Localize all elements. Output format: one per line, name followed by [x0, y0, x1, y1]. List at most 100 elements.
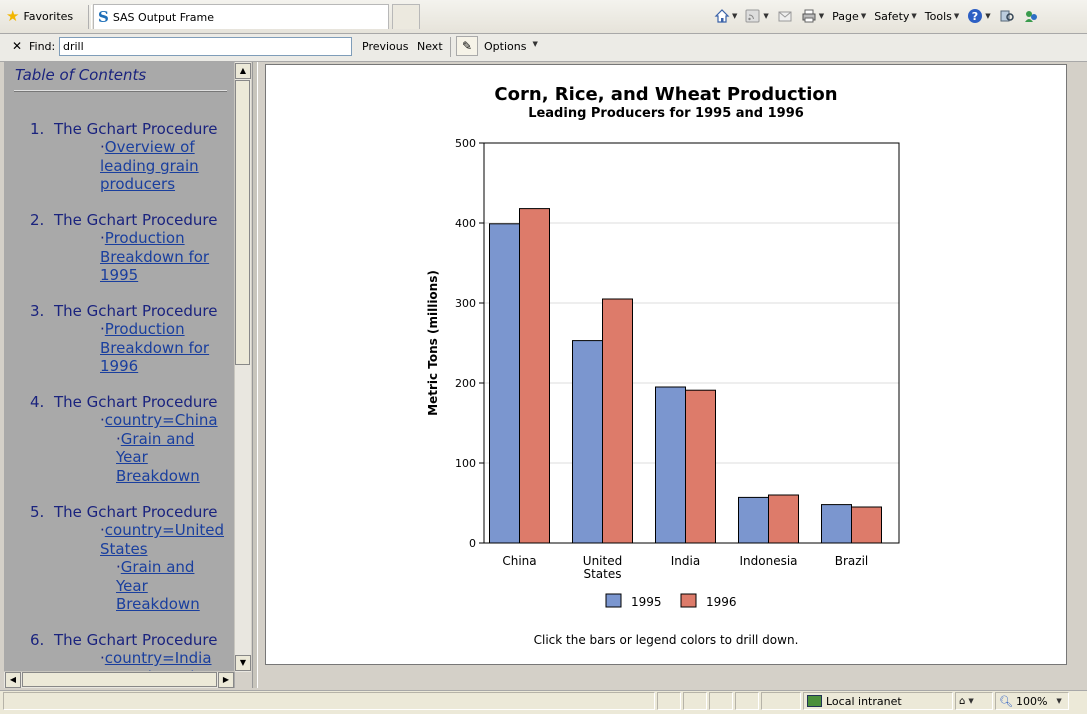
bar-chart: Corn, Rice, and Wheat ProductionLeading … — [426, 84, 900, 647]
x-tick-label: China — [502, 554, 536, 568]
intranet-icon — [807, 695, 822, 707]
status-text — [3, 692, 655, 710]
bar-1996-united-states[interactable] — [602, 298, 633, 544]
zoom-icon: 🔍︎ — [999, 694, 1013, 708]
research-button[interactable] — [999, 8, 1015, 24]
find-next-button[interactable]: Next — [417, 40, 443, 53]
toc-heading-text: The Gchart Procedure — [54, 503, 218, 521]
toc-link-text[interactable]: Grain and Year Breakdown — [116, 430, 200, 485]
toc-link-text[interactable]: Production Breakdown for 1996 — [100, 320, 209, 375]
status-cell — [683, 692, 707, 710]
home-icon — [714, 9, 730, 23]
protected-mode-button[interactable]: ⌂ ▼ — [955, 692, 993, 710]
find-options-menu[interactable]: Options ▼ — [484, 40, 538, 53]
scroll-right-button[interactable]: ▶ — [218, 672, 234, 688]
page-menu[interactable]: Page ▼ — [832, 10, 866, 23]
toc-link-text[interactable]: country=China — [105, 411, 218, 429]
toc-link[interactable]: ·Overview of leading grain producers — [100, 138, 230, 194]
x-tick-label: United — [583, 554, 622, 568]
toc-number: 6. — [30, 631, 45, 649]
y-tick-label: 0 — [469, 537, 476, 550]
zoom-level: 100% — [1015, 694, 1048, 708]
bar-1995-china[interactable] — [489, 223, 520, 544]
page-menu-label: Page — [832, 9, 859, 23]
toc-link[interactable]: ·Production Breakdown for 1995 — [100, 229, 230, 285]
safety-menu-label: Safety — [874, 9, 910, 23]
find-previous-button[interactable]: Previous — [362, 40, 409, 53]
toc-link-text[interactable]: Production Breakdown for 1995 — [100, 229, 209, 284]
zoom-control[interactable]: 🔍︎ 100% ▼ — [995, 692, 1069, 710]
legend-label: 1996 — [706, 595, 737, 609]
toc-heading-text: The Gchart Procedure — [54, 393, 218, 411]
toc-number: 2. — [30, 211, 45, 229]
toc-link-text[interactable]: country=United States — [100, 521, 224, 558]
hscroll-thumb[interactable] — [22, 672, 217, 687]
home-button[interactable]: ▼ — [714, 8, 737, 24]
find-label: Find: — [29, 40, 56, 53]
find-input[interactable] — [59, 37, 352, 56]
y-tick-label: 300 — [455, 297, 476, 310]
safety-menu[interactable]: Safety ▼ — [874, 10, 917, 23]
status-cell — [709, 692, 733, 710]
tab-sas-output-frame[interactable]: S SAS Output Frame — [93, 4, 389, 29]
mail-button[interactable] — [777, 8, 793, 24]
close-icon[interactable]: ✕ — [12, 39, 22, 53]
toc-title: Table of Contents — [15, 66, 147, 84]
toc-link[interactable]: ·Grain and Year Breakdown — [116, 558, 230, 614]
toc-link-text[interactable]: country=India — [105, 649, 212, 667]
toc-link[interactable]: ·country=India — [100, 649, 230, 668]
scroll-up-button[interactable]: ▲ — [235, 63, 251, 79]
status-cell — [735, 692, 759, 710]
bar-1995-brazil[interactable] — [821, 504, 852, 544]
toc-divider — [14, 90, 227, 92]
print-button[interactable]: ▼ — [801, 8, 824, 24]
security-zone[interactable]: Local intranet — [803, 692, 953, 710]
toc-number: 5. — [30, 503, 45, 521]
rss-feed-icon — [745, 9, 760, 23]
help-icon: ? — [968, 9, 983, 23]
toc-link[interactable]: ·country=China — [100, 411, 230, 430]
chart-footnote: Click the bars or legend colors to drill… — [534, 633, 799, 647]
tools-menu-label: Tools — [924, 9, 952, 23]
toc-link[interactable]: ·country=United States — [100, 521, 230, 558]
favorites-button[interactable]: ★ Favorites — [6, 6, 73, 26]
messenger-button[interactable] — [1023, 8, 1039, 24]
scroll-down-button[interactable]: ▼ — [235, 655, 251, 671]
toc-link-text[interactable]: Overview of leading grain producers — [100, 138, 199, 193]
print-icon — [802, 9, 816, 23]
toc-heading-text: The Gchart Procedure — [54, 120, 218, 138]
toc-link-text[interactable]: Grain and Year Breakdown — [116, 558, 200, 613]
lock-icon: ⌂ — [959, 695, 966, 707]
chevron-down-icon: ▼ — [532, 40, 538, 48]
y-axis-label: Metric Tons (millions) — [426, 270, 440, 416]
tools-menu[interactable]: Tools ▼ — [925, 10, 960, 23]
x-tick-label-line2: States — [583, 567, 621, 581]
legend-swatch-1996[interactable] — [680, 593, 697, 608]
toc-number: 4. — [30, 393, 45, 411]
bar-1996-china[interactable] — [519, 208, 550, 544]
feeds-button[interactable]: ▼ — [745, 8, 769, 24]
new-tab-button[interactable] — [392, 4, 420, 29]
bar-1996-indonesia[interactable] — [768, 494, 799, 544]
frame-splitter[interactable] — [252, 62, 258, 688]
mail-icon — [778, 11, 792, 22]
favorites-label: Favorites — [23, 9, 74, 23]
legend-swatch-1995[interactable] — [605, 593, 622, 608]
toc-frame: Table of Contents 1. The Gchart Procedure… — [4, 62, 235, 688]
bar-1996-india[interactable] — [685, 389, 716, 544]
bar-1996-brazil[interactable] — [851, 506, 882, 544]
toc-link[interactable]: ·Grain and Year Breakdown — [116, 430, 230, 486]
help-button[interactable]: ? ▼ — [967, 8, 991, 24]
find-options-label: Options — [484, 40, 527, 53]
scroll-thumb[interactable] — [235, 80, 250, 365]
star-icon: ★ — [6, 6, 20, 25]
scroll-left-button[interactable]: ◀ — [5, 672, 21, 688]
highlight-pencil-icon[interactable]: ✎ — [456, 36, 478, 56]
research-icon — [1000, 10, 1014, 22]
bar-1995-united-states[interactable] — [572, 340, 603, 544]
tab-title: SAS Output Frame — [112, 10, 215, 24]
toc-number: 3. — [30, 302, 45, 320]
toc-link[interactable]: ·Production Breakdown for 1996 — [100, 320, 230, 376]
bar-1995-indonesia[interactable] — [738, 496, 769, 544]
bar-1995-india[interactable] — [655, 386, 686, 544]
